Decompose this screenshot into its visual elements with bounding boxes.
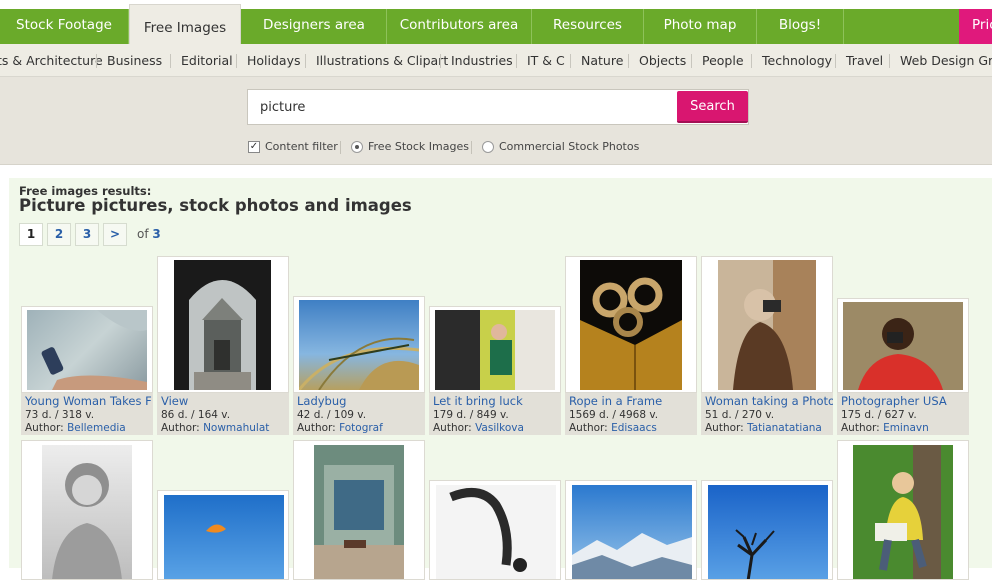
author-link[interactable]: Nowmahulat <box>203 422 269 434</box>
author-link[interactable]: Edisaacs <box>611 422 657 434</box>
image-author: Author: Bellemedia <box>25 422 126 434</box>
commercial-label: Commercial Stock Photos <box>499 140 640 153</box>
page-3-button[interactable]: 3 <box>75 223 99 246</box>
thumbnail-woman-portrait[interactable] <box>42 445 132 579</box>
tab-pricing[interactable]: Pric <box>959 9 992 44</box>
category-item[interactable]: Business <box>107 44 162 76</box>
content-filter-label: Content filter <box>265 140 338 153</box>
image-author: Author: Eminavn <box>841 422 929 434</box>
image-title-link[interactable]: Woman taking a Photo <box>705 394 833 408</box>
author-link[interactable]: Vasilkova <box>475 422 524 434</box>
image-title-link[interactable]: Let it bring luck <box>433 394 523 408</box>
thumbnail-lone-tree[interactable] <box>708 485 828 579</box>
thumbnail-snowy-mountains[interactable] <box>572 485 692 579</box>
author-link[interactable]: Bellemedia <box>67 422 126 434</box>
tab-resources[interactable]: Resources <box>532 9 644 44</box>
category-item[interactable]: People <box>702 44 744 76</box>
search-filters: ✓ Content filter Free Stock Images Comme… <box>0 140 992 156</box>
image-stats: 42 d. / 109 v. <box>297 409 367 421</box>
category-item[interactable]: ts & Architecture <box>0 44 103 76</box>
image-card <box>293 440 425 580</box>
image-card <box>21 440 153 580</box>
thumbnail-boy-reading[interactable] <box>853 445 953 579</box>
thumbnail-paraglider-sky[interactable] <box>164 495 284 579</box>
image-card: Ladybug 42 d. / 109 v. Author: Fotograf <box>293 296 425 435</box>
thumbnail-bring-luck[interactable] <box>435 310 555 390</box>
image-card <box>701 480 833 580</box>
image-stats: 86 d. / 164 v. <box>161 409 231 421</box>
category-item[interactable]: Holidays <box>247 44 301 76</box>
thumbnail-film-strip[interactable] <box>436 485 556 579</box>
image-author: Author: Edisaacs <box>569 422 657 434</box>
page-1-button[interactable]: 1 <box>19 223 43 246</box>
category-item[interactable]: Illustrations & Clipart <box>316 44 448 76</box>
image-card <box>565 480 697 580</box>
image-card: Let it bring luck 179 d. / 849 v. Author… <box>429 306 561 435</box>
image-card <box>157 490 289 580</box>
category-item[interactable]: Editorial <box>181 44 233 76</box>
tab-designers-area[interactable]: Designers area <box>242 9 387 44</box>
thumbnail-temple-view[interactable] <box>174 260 271 390</box>
page-2-button[interactable]: 2 <box>47 223 71 246</box>
content-filter-checkbox[interactable]: ✓ <box>248 141 260 153</box>
image-title-link[interactable]: Ladybug <box>297 394 346 408</box>
image-card <box>837 440 969 580</box>
image-stats: 51 d. / 270 v. <box>705 409 775 421</box>
category-item[interactable]: Technology <box>762 44 832 76</box>
image-card: Young Woman Takes F 73 d. / 318 v. Autho… <box>21 306 153 435</box>
image-card: Photographer USA 175 d. / 627 v. Author:… <box>837 298 969 435</box>
image-card: View 86 d. / 164 v. Author: Nowmahulat <box>157 256 289 435</box>
image-author: Author: Tatianatatiana <box>705 422 822 434</box>
search-box: Search <box>247 89 749 125</box>
main-nav: Stock Footage Free Images Designers area… <box>0 0 992 44</box>
tab-blogs[interactable]: Blogs! <box>757 9 844 44</box>
image-author: Author: Vasilkova <box>433 422 524 434</box>
tab-contributors-area[interactable]: Contributors area <box>387 9 532 44</box>
results-panel: Free images results: Picture pictures, s… <box>9 178 992 580</box>
author-link[interactable]: Eminavn <box>883 422 929 434</box>
author-link[interactable]: Tatianatatiana <box>747 422 822 434</box>
image-card: Woman taking a Photo 51 d. / 270 v. Auth… <box>701 256 833 435</box>
image-title-link[interactable]: View <box>161 394 188 408</box>
tab-photo-map[interactable]: Photo map <box>644 9 757 44</box>
image-card: Rope in a Frame 1569 d. / 4968 v. Author… <box>565 256 697 435</box>
search-button[interactable]: Search <box>677 91 748 123</box>
image-stats: 179 d. / 849 v. <box>433 409 509 421</box>
category-bar: ts & Architecture Business Editorial Hol… <box>0 44 992 77</box>
search-input[interactable] <box>248 90 676 124</box>
image-author: Author: Fotograf <box>297 422 383 434</box>
next-page-button[interactable]: > <box>103 223 127 246</box>
commercial-radio[interactable] <box>482 141 494 153</box>
category-item[interactable]: IT & C <box>527 44 565 76</box>
image-stats: 1569 d. / 4968 v. <box>569 409 659 421</box>
free-stock-label: Free Stock Images <box>368 140 469 153</box>
image-title-link[interactable]: Rope in a Frame <box>569 394 662 408</box>
thumbnail-woman-photo[interactable] <box>718 260 816 390</box>
tab-stock-footage[interactable]: Stock Footage <box>0 9 129 44</box>
image-title-link[interactable]: Young Woman Takes F <box>25 394 152 408</box>
tab-free-images[interactable]: Free Images <box>129 4 241 44</box>
search-area: Search ✓ Content filter Free Stock Image… <box>0 77 992 165</box>
thumbnail-photographer[interactable] <box>843 302 963 390</box>
results-title: Picture pictures, stock photos and image… <box>19 196 412 215</box>
thumbnail-phone-woman[interactable] <box>27 310 147 390</box>
category-item[interactable]: Nature <box>581 44 623 76</box>
author-link[interactable]: Fotograf <box>339 422 383 434</box>
thumbnail-ladybug-grass[interactable] <box>299 300 419 390</box>
image-card <box>429 480 561 580</box>
category-item[interactable]: Industries <box>451 44 513 76</box>
category-item[interactable]: Web Design Gra <box>900 44 992 76</box>
image-stats: 73 d. / 318 v. <box>25 409 95 421</box>
thumbnail-rope-frame[interactable] <box>580 260 682 390</box>
image-stats: 175 d. / 627 v. <box>841 409 917 421</box>
thumbnail-tiled-room[interactable] <box>314 445 404 579</box>
page-total: of 3 <box>137 227 161 241</box>
free-stock-radio[interactable] <box>351 141 363 153</box>
image-title-link[interactable]: Photographer USA <box>841 394 947 408</box>
category-item[interactable]: Objects <box>639 44 686 76</box>
category-item[interactable]: Travel <box>846 44 883 76</box>
image-author: Author: Nowmahulat <box>161 422 270 434</box>
